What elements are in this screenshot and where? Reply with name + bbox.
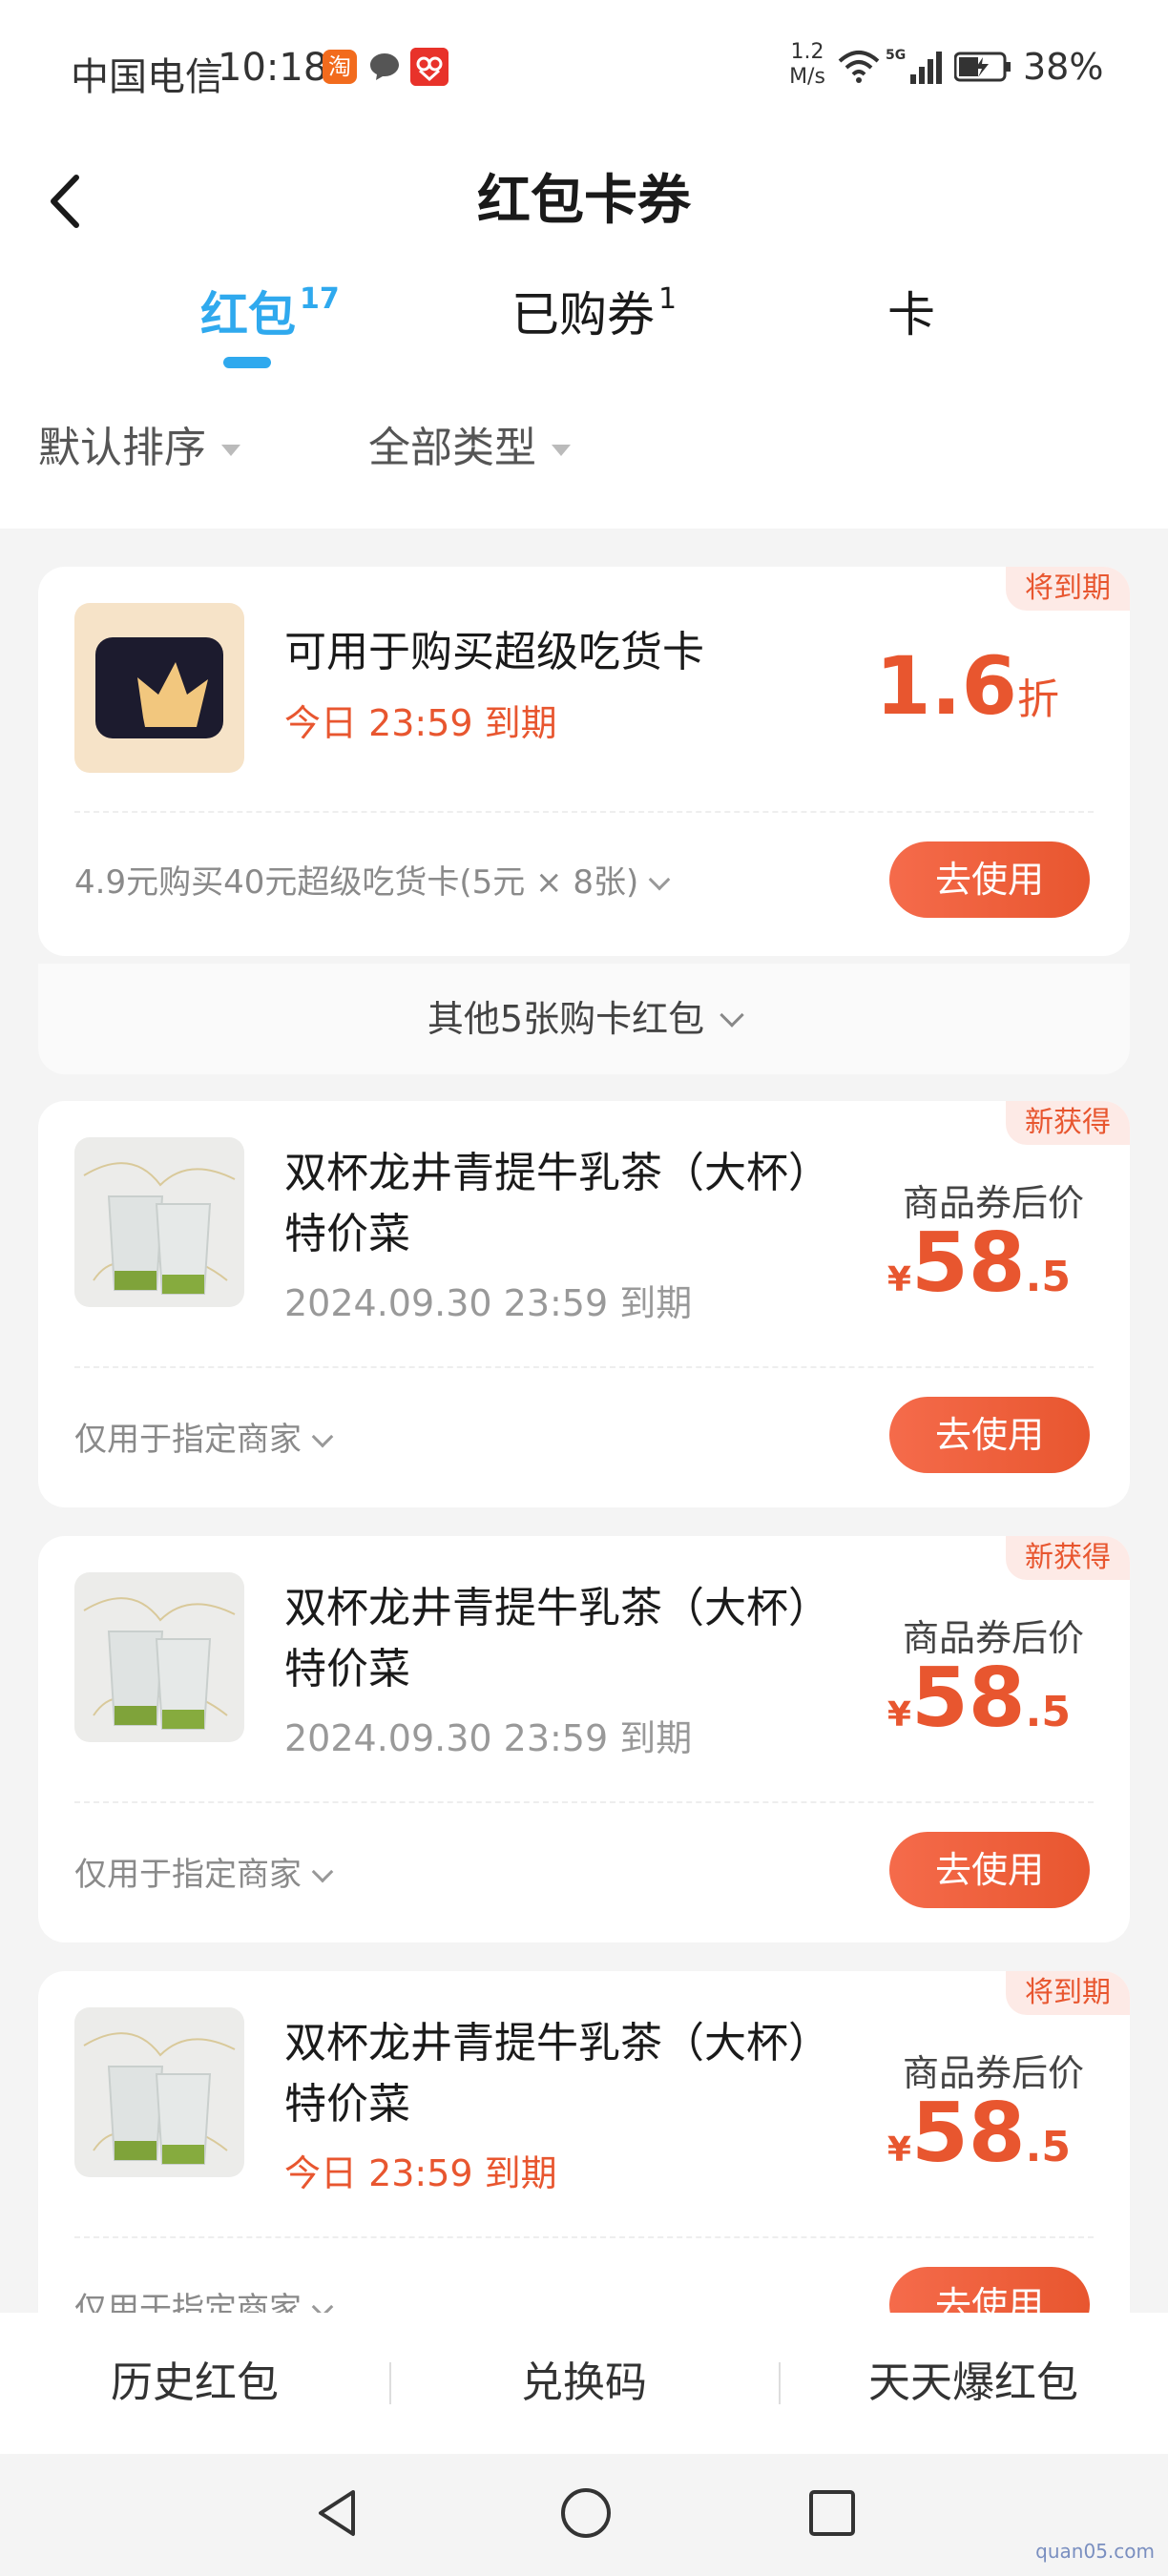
currency-symbol: ¥ xyxy=(886,1260,911,1299)
chevron-down-icon xyxy=(311,1860,334,1883)
header: 红包卡券 红包 17 已购券 1 卡 默认排序 全部类型 xyxy=(0,134,1168,529)
discount-value: 1.6折 xyxy=(875,639,1059,733)
divider xyxy=(74,1366,1094,1368)
more-card-coupons-toggle[interactable]: 其他5张购卡红包 xyxy=(38,964,1130,1074)
card-title-line2: 特价菜 xyxy=(284,1645,410,1693)
usage-note[interactable]: 仅用于指定商家 xyxy=(74,1851,334,1899)
price: ¥58.5 xyxy=(887,2086,1071,2181)
chevron-down-icon xyxy=(720,1003,744,1028)
divider xyxy=(74,811,1094,813)
history-hongbao-button[interactable]: 历史红包 xyxy=(0,2313,389,2454)
card-title-line1: 双杯龙井青提牛乳茶（大杯） xyxy=(284,1149,830,1197)
chevron-down-icon xyxy=(311,1425,334,1448)
type-label: 全部类型 xyxy=(368,424,536,472)
currency-symbol: ¥ xyxy=(886,1695,911,1735)
type-dropdown[interactable]: 全部类型 xyxy=(368,420,571,477)
discount-number: 1.6 xyxy=(875,639,1017,733)
expire-time: 2024.09.30 23:59 到期 xyxy=(284,1717,693,1759)
price-decimal: .5 xyxy=(1025,2123,1071,2171)
use-button[interactable]: 去使用 xyxy=(889,1397,1090,1473)
carrier-label: 中国电信 xyxy=(71,55,223,99)
tab-label: 红包 xyxy=(200,287,296,343)
milk-tea-thumbnail xyxy=(74,1572,244,1742)
price-integer: 58 xyxy=(910,1651,1026,1746)
milk-tea-thumbnail xyxy=(74,1137,244,1307)
tab-bought-coupons[interactable]: 已购券 1 xyxy=(511,277,677,382)
currency-symbol: ¥ xyxy=(886,2130,911,2170)
card-title-line2: 特价菜 xyxy=(284,2080,410,2129)
sort-dropdown[interactable]: 默认排序 xyxy=(38,420,240,477)
daily-hongbao-button[interactable]: 天天爆红包 xyxy=(779,2313,1168,2454)
page-title: 红包卡券 xyxy=(477,170,691,232)
speed-unit: M/s xyxy=(789,65,825,89)
usage-note-text: 4.9元购买40元超级吃货卡(5元 × 8张) xyxy=(74,863,639,902)
price-decimal: .5 xyxy=(1025,1688,1071,1736)
divider xyxy=(74,1801,1094,1803)
system-nav-bar: quan05.com xyxy=(0,2454,1168,2576)
nav-home-icon[interactable] xyxy=(557,2484,615,2542)
network-type-label: 5G xyxy=(886,48,906,63)
redeem-code-button[interactable]: 兑换码 xyxy=(389,2313,779,2454)
tab-label: 卡 xyxy=(887,287,935,343)
chat-notification-icon xyxy=(370,53,399,80)
status-tag: 新获得 xyxy=(1006,1101,1130,1145)
usage-note-text: 仅用于指定商家 xyxy=(74,1856,302,1894)
taobao-notification-icon: 淘 xyxy=(323,50,357,84)
crown-card-icon xyxy=(74,603,244,773)
price: ¥58.5 xyxy=(887,1215,1071,1311)
caret-down-icon xyxy=(552,445,571,456)
price-integer: 58 xyxy=(910,2086,1026,2181)
usage-note-text: 仅用于指定商家 xyxy=(74,1421,302,1459)
more-row-label: 其他5张购卡红包 xyxy=(427,998,705,1040)
nav-back-icon[interactable] xyxy=(309,2484,366,2542)
card-title-line1: 双杯龙井青提牛乳茶（大杯） xyxy=(284,2019,830,2067)
card-title: 可用于购买超级吃货卡 xyxy=(284,628,704,676)
milk-tea-thumbnail xyxy=(74,2007,244,2177)
tab-cards[interactable]: 卡 xyxy=(887,277,935,382)
discount-unit: 折 xyxy=(1017,675,1059,724)
app-notification-icon xyxy=(410,48,448,86)
price-integer: 58 xyxy=(910,1215,1026,1311)
expire-time: 今日 23:59 到期 xyxy=(284,2152,557,2194)
use-button[interactable]: 去使用 xyxy=(889,841,1090,918)
chevron-down-icon xyxy=(648,868,671,891)
tab-active-indicator xyxy=(223,357,271,368)
expire-time: 今日 23:59 到期 xyxy=(284,702,557,744)
wifi-icon xyxy=(838,51,880,83)
sort-label: 默认排序 xyxy=(38,424,206,472)
status-bar: 中国电信 10:18 淘 1.2 M/s 5G 38% xyxy=(0,0,1168,134)
card-title-line1: 双杯龙井青提牛乳茶（大杯） xyxy=(284,1584,830,1632)
battery-percent: 38% xyxy=(1023,46,1104,88)
nav-recent-apps-icon[interactable] xyxy=(805,2486,859,2540)
divider xyxy=(74,2236,1094,2238)
network-speed: 1.2 M/s xyxy=(782,40,832,90)
caret-down-icon xyxy=(221,445,240,456)
coupon-card[interactable]: 将到期 可用于购买超级吃货卡 今日 23:59 到期 1.6折 4.9元购买40… xyxy=(38,567,1130,956)
battery-icon xyxy=(954,52,1011,82)
tab-label: 已购券 xyxy=(511,287,655,343)
usage-note[interactable]: 4.9元购买40元超级吃货卡(5元 × 8张) xyxy=(74,859,671,906)
status-tag: 新获得 xyxy=(1006,1536,1130,1580)
use-button[interactable]: 去使用 xyxy=(889,1832,1090,1908)
price: ¥58.5 xyxy=(887,1651,1071,1746)
expire-time: 2024.09.30 23:59 到期 xyxy=(284,1282,693,1324)
signal-icon: 5G xyxy=(886,48,942,84)
speed-value: 1.2 xyxy=(790,40,824,64)
coupon-card[interactable]: 新获得 双杯龙井青提牛乳茶（大杯） 特价菜 2024.09.30 23:59 到… xyxy=(38,1536,1130,1942)
tab-count: 17 xyxy=(300,282,340,316)
tab-hongbao[interactable]: 红包 17 xyxy=(200,277,340,382)
card-title-line2: 特价菜 xyxy=(284,1210,410,1258)
price-decimal: .5 xyxy=(1025,1253,1071,1301)
clock: 10:18 xyxy=(218,46,328,90)
tab-count: 1 xyxy=(658,282,678,316)
status-tag: 将到期 xyxy=(1006,567,1130,611)
usage-note[interactable]: 仅用于指定商家 xyxy=(74,1416,334,1464)
coupon-card[interactable]: 新获得 双杯龙井青提牛乳茶（大杯） 特价菜 2024.09.30 23:59 到… xyxy=(38,1101,1130,1507)
bottom-action-bar: 历史红包 兑换码 天天爆红包 xyxy=(0,2313,1168,2454)
status-tag: 将到期 xyxy=(1006,1971,1130,2015)
watermark: quan05.com xyxy=(1035,2540,1155,2563)
